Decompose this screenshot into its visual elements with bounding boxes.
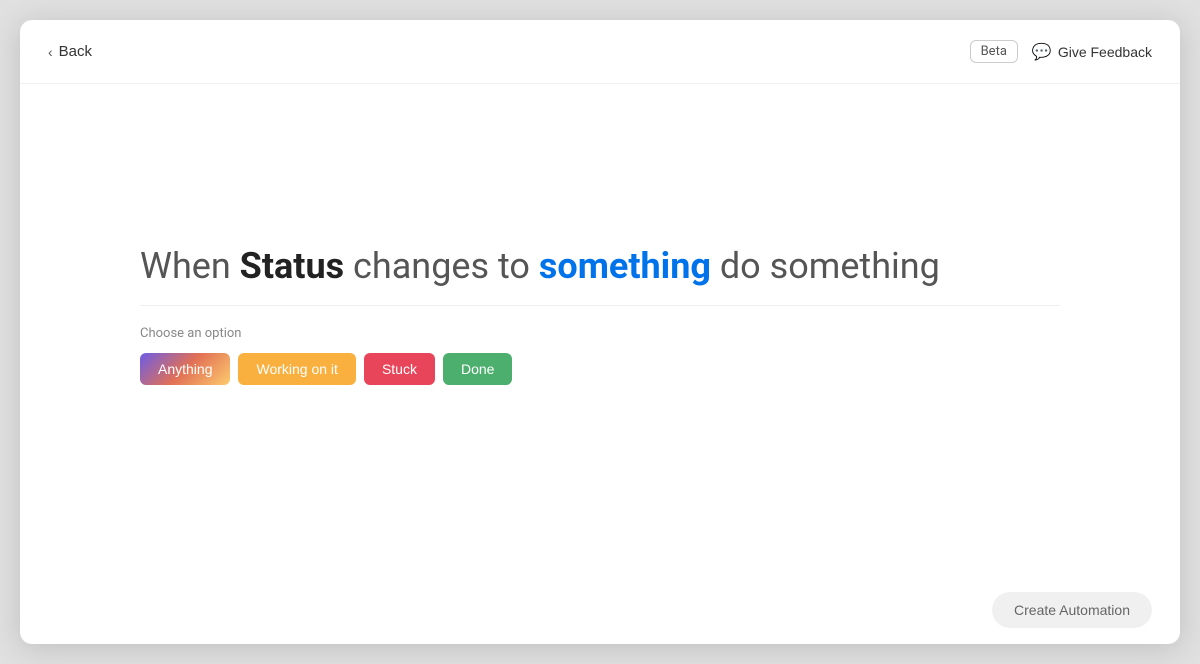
header: ‹ Back Beta 💬 Give Feedback [20,20,1180,84]
headline-bold: Status [240,245,344,287]
headline-section: When Status changes to something do some… [140,243,1060,386]
option-stuck-button[interactable]: Stuck [364,353,435,385]
option-anything-label: Anything [158,361,212,377]
option-done-label: Done [461,361,494,377]
header-right: Beta 💬 Give Feedback [970,38,1152,66]
options-row: Anything Working on it Stuck Done [140,353,1060,385]
give-feedback-label: Give Feedback [1058,44,1152,60]
headline-suffix: do something [711,245,940,287]
back-button[interactable]: ‹ Back [48,39,92,64]
give-feedback-button[interactable]: 💬 Give Feedback [1032,38,1152,66]
divider [140,305,1060,306]
back-label: Back [59,43,92,60]
feedback-icon: 💬 [1032,42,1052,62]
option-stuck-label: Stuck [382,361,417,377]
create-automation-label: Create Automation [1014,602,1130,618]
option-working-button[interactable]: Working on it [238,353,355,385]
option-working-label: Working on it [256,361,337,377]
app-window: ‹ Back Beta 💬 Give Feedback When Status … [20,20,1180,644]
beta-badge: Beta [970,40,1018,63]
headline: When Status changes to something do some… [140,243,1060,290]
create-automation-button[interactable]: Create Automation [992,592,1152,628]
main-content: When Status changes to something do some… [20,84,1180,576]
footer: Create Automation [20,576,1180,644]
back-chevron-icon: ‹ [48,44,53,60]
headline-middle: changes to [344,245,539,287]
choose-label: Choose an option [140,326,1060,341]
headline-prefix: When [140,245,240,287]
option-done-button[interactable]: Done [443,353,512,385]
option-anything-button[interactable]: Anything [140,353,230,385]
headline-highlight: something [539,245,711,287]
